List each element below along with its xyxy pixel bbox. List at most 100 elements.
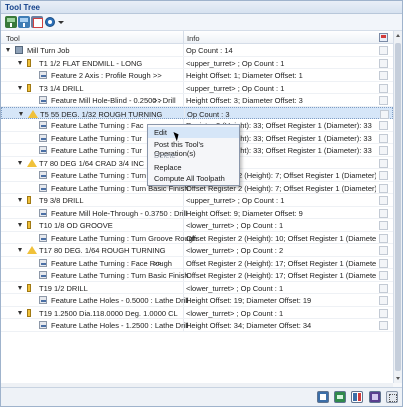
row-checkbox[interactable] [379,146,388,155]
feature-icon [39,296,47,304]
row-checkbox[interactable] [379,271,388,280]
tree-row-info: Height Offset: 9; Diameter Offset: 9 [186,208,303,218]
row-checkbox[interactable] [379,321,388,330]
row-checkbox[interactable] [380,109,389,119]
row-checkbox[interactable] [379,133,388,143]
row-checkbox[interactable] [379,208,388,218]
tree-row-label: T9 3/8 DRILL [39,196,84,205]
row-checkbox[interactable] [379,221,388,230]
import-icon[interactable] [334,391,346,403]
column-divider-line [183,256,184,268]
tool-icon [27,58,31,67]
row-checkbox[interactable] [379,246,388,255]
tree-row[interactable]: Mill Turn Job Op Count : 14 [1,44,393,57]
select-icon[interactable] [386,391,398,403]
eye-icon[interactable] [45,17,55,27]
context-menu-item[interactable]: Post this Tool's Operation(s) [148,139,239,158]
tree-row[interactable]: Feature Lathe Holes - 0.5000 : Lathe Dri… [1,294,393,307]
tree-row[interactable]: T1 1/2 FLAT ENDMILL - LONG <upper_turret>… [1,56,393,69]
tree-row[interactable]: T17 80 DEG. 1/64 ROUGH TURNING <lower_tur… [1,244,393,257]
column-divider[interactable] [183,31,184,44]
feature-icon [39,146,47,154]
row-checkbox[interactable] [379,121,388,130]
tree-row[interactable]: Feature 2 Axis : Profile Rough >> Height O… [1,69,393,82]
column-divider-line [184,107,185,118]
row-checkbox[interactable] [379,158,388,168]
scroll-down-icon[interactable] [396,377,400,380]
expand-toggle-icon[interactable] [18,248,22,252]
scroll-thumb[interactable] [395,43,401,371]
row-checkbox[interactable] [379,258,388,268]
library-icon[interactable] [369,391,381,403]
expand-toggle-icon[interactable] [18,310,22,315]
tool-icon [27,221,31,229]
row-checkbox[interactable] [379,283,388,293]
row-checkbox[interactable] [379,71,388,80]
tree-row[interactable]: Feature Lathe Holes - 1.2500 : Lathe Dri… [1,319,393,332]
row-checkbox[interactable] [379,46,388,55]
save-icon[interactable] [317,391,329,403]
row-more-indicator[interactable]: >> [153,71,162,80]
context-menu-item[interactable]: Replace [148,162,239,173]
expand-toggle-icon[interactable] [18,85,22,90]
tree-row[interactable]: T3 1/4 DRILL <upper_turret> ; Op Count : … [1,81,393,94]
tree-row-label: Feature Mill Hole-Through - 0.3750 : Dri… [51,208,187,218]
tree-row-label: T17 80 DEG. 1/64 ROUGH TURNING [39,246,166,255]
compare-icon[interactable] [351,391,363,403]
tree-row-info: Op Count : 3 [187,109,230,119]
tree-row[interactable]: Feature Mill Hole-Through - 0.3750 : Dri… [1,206,393,219]
tree-row[interactable]: T19 1.2500 Dia.118.0000 Deg. 1.0000 CL <l… [1,306,393,319]
row-checkbox[interactable] [379,96,388,105]
expand-toggle-icon[interactable] [18,285,22,290]
row-more-indicator[interactable]: >> [153,96,162,105]
context-menu-item[interactable]: Compute All Toolpath [148,173,239,184]
expand-toggle-icon[interactable] [18,223,22,227]
row-more-indicator[interactable]: >> [153,259,162,268]
tree-row[interactable]: T5 55 DEG. 1/32 ROUGH TURNING Op Count : … [1,106,393,119]
row-checkbox[interactable] [379,233,388,243]
add-tool-icon[interactable] [5,16,17,28]
row-checkbox[interactable] [379,196,388,205]
vertical-scrollbar[interactable] [393,31,402,383]
tree-row-label: T5 55 DEG. 1/32 ROUGH TURNING [40,109,163,119]
tree-row[interactable]: Feature Lathe Turning : Face Rough >> Offs… [1,256,393,269]
row-checkbox[interactable] [379,171,388,180]
expand-toggle-icon[interactable] [18,198,22,202]
feature-icon [39,271,47,279]
context-menu-item[interactable]: Edit [148,127,239,138]
row-checkbox[interactable] [379,83,388,93]
column-header-info[interactable]: Info [187,34,200,43]
insert-icon [27,158,37,167]
filter-icon[interactable] [379,33,388,42]
add-feature-icon[interactable] [18,16,30,28]
feature-icon [39,321,47,329]
tree-row-info: Height Offset: 34; Diameter Offset: 34 [186,321,312,330]
expand-toggle-icon[interactable] [6,48,10,52]
tree-row-info: Height Offset: 19; Diameter Offset: 19 [186,296,312,305]
tree-row[interactable]: Feature Lathe Turning : Turn Groove Roug… [1,231,393,244]
expand-toggle-icon[interactable] [18,60,22,65]
row-checkbox[interactable] [379,183,388,193]
column-header-tool[interactable]: Tool [6,34,20,43]
tree-row-info: <upper_turret> ; Op Count : 1 [186,58,285,68]
tool-icon [27,83,31,92]
tree-row[interactable]: Feature Lathe Turning : Turn Basic Finis… [1,269,393,282]
context-menu: Edit Post this Tool's Operation(s) Delete R… [147,124,240,186]
scroll-up-icon[interactable] [396,34,400,37]
insert-icon [28,109,38,118]
post-icon[interactable] [31,16,43,28]
tree-row-info: Height Offset: 3; Diameter Offset: 3 [186,96,303,105]
tree-row-info: Offset Register 2 (Height): 17; Offset R… [186,258,376,268]
expand-toggle-icon[interactable] [19,111,23,116]
row-checkbox[interactable] [379,58,388,68]
tree-row[interactable]: T19 1/2 DRILL <lower_turret> ; Op Count :… [1,281,393,294]
tree-row[interactable]: Feature Mill Hole-Blind - 0.2500 : Drill… [1,94,393,107]
row-checkbox[interactable] [379,296,388,305]
chevron-down-icon[interactable] [58,21,64,24]
expand-toggle-icon[interactable] [18,160,22,165]
column-divider-line [183,94,184,106]
tree-row[interactable]: T10 1/8 OD GROOVE <lower_turret> ; Op Cou… [1,219,393,232]
tree-row[interactable]: T9 3/8 DRILL <upper_turret> ; Op Count : … [1,194,393,207]
feature-icon [39,171,47,179]
row-checkbox[interactable] [379,308,388,318]
